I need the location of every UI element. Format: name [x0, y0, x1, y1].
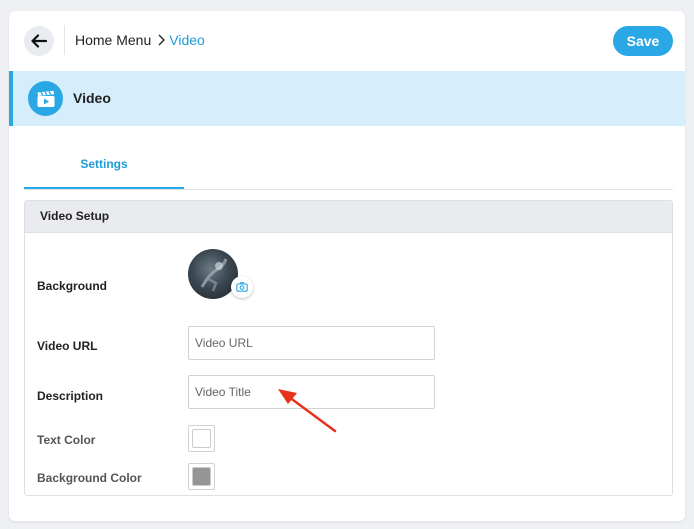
- divider: [64, 25, 65, 55]
- breadcrumb-current: Video: [169, 32, 205, 48]
- background-color-label: Background Color: [37, 471, 142, 485]
- module-title: Video: [73, 90, 111, 106]
- text-color-picker[interactable]: [188, 425, 215, 452]
- module-header: Video: [9, 71, 685, 126]
- text-color-label: Text Color: [37, 433, 96, 447]
- background-color-picker[interactable]: [188, 463, 215, 490]
- breadcrumb: Home Menu Video: [75, 32, 205, 48]
- background-image-thumbnail[interactable]: [188, 249, 238, 299]
- video-setup-panel: Video Setup Background Video URL Descrip: [24, 200, 673, 496]
- description-label: Description: [37, 389, 104, 403]
- background-label: Background: [37, 279, 108, 293]
- camera-icon[interactable]: [231, 276, 253, 298]
- back-button[interactable]: [24, 26, 54, 56]
- chevron-right-icon: [157, 34, 167, 46]
- video-clapper-icon: [28, 81, 63, 116]
- editor-card: Home Menu Video Save Video Settings Vide…: [9, 11, 685, 521]
- panel-title: Video Setup: [25, 201, 672, 233]
- video-url-input[interactable]: [188, 326, 435, 360]
- top-bar: Home Menu Video Save: [9, 11, 685, 71]
- background-image-upload: [188, 249, 256, 301]
- video-url-label: Video URL: [37, 339, 98, 353]
- save-button[interactable]: Save: [613, 26, 673, 56]
- background-color-swatch: [192, 467, 211, 486]
- arrow-left-icon: [31, 34, 47, 48]
- tab-settings[interactable]: Settings: [24, 141, 184, 189]
- text-color-swatch: [192, 429, 211, 448]
- description-input[interactable]: [188, 375, 435, 409]
- breadcrumb-home-link[interactable]: Home Menu: [75, 32, 151, 48]
- tab-bar: Settings: [24, 141, 673, 190]
